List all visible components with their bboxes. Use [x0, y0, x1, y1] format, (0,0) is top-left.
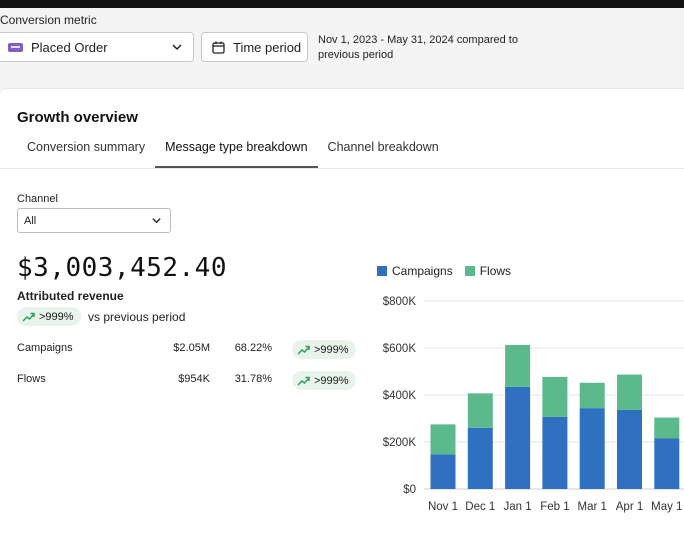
trend-up-icon [297, 376, 310, 385]
conversion-metric-select[interactable]: Placed Order [0, 32, 194, 62]
row-flows-amount: $954K [178, 373, 210, 385]
total-change-text: >999% [39, 310, 74, 323]
row-flows-share: 31.78% [234, 373, 272, 385]
channel-select[interactable]: All [17, 208, 171, 233]
bar-flows-mar-1[interactable] [579, 382, 605, 409]
y-tick-label: $400K [383, 390, 417, 402]
x-tick-label: Dec 1 [465, 501, 495, 513]
legend-label-flows: Flows [479, 264, 512, 278]
date-range-line1: Nov 1, 2023 - May 31, 2024 compared to [318, 34, 518, 46]
legend-label-campaigns: Campaigns [392, 264, 453, 278]
legend-swatch-campaigns [377, 266, 387, 276]
row-campaigns-amount: $2.05M [173, 342, 210, 354]
bar-campaigns-may-1[interactable] [654, 438, 680, 489]
legend-item-flows[interactable]: Flows [464, 264, 512, 278]
row-flows-change-badge: >999% [292, 371, 356, 390]
bar-flows-feb-1[interactable] [542, 376, 568, 417]
tab-bar: Conversion summary Message type breakdow… [17, 139, 449, 169]
y-tick-label: $0 [403, 484, 416, 496]
row-campaigns-name: Campaigns [17, 342, 73, 354]
row-flows-change: >999% [314, 374, 349, 387]
calendar-icon [212, 41, 225, 54]
bar-campaigns-apr-1[interactable] [617, 409, 642, 489]
bar-flows-apr-1[interactable] [617, 374, 642, 410]
bar-campaigns-mar-1[interactable] [579, 408, 605, 489]
time-period-label: Time period [233, 39, 302, 55]
total-change-badge: >999% [17, 307, 81, 326]
legend-item-campaigns[interactable]: Campaigns [377, 264, 453, 278]
date-range-text: Nov 1, 2023 - May 31, 2024 compared to p… [318, 33, 558, 63]
tab-channel-breakdown[interactable]: Channel breakdown [318, 139, 449, 168]
chevron-down-icon [152, 218, 161, 224]
tab-divider [0, 168, 684, 169]
bar-campaigns-jan-1[interactable] [505, 386, 531, 489]
tab-conversion-summary[interactable]: Conversion summary [17, 139, 155, 168]
bar-flows-jan-1[interactable] [505, 344, 531, 387]
bar-campaigns-nov-1[interactable] [430, 454, 456, 489]
x-tick-label: Feb 1 [540, 501, 569, 513]
chart-legend: Campaigns Flows [377, 264, 523, 278]
card-title: Growth overview [17, 109, 138, 126]
tab-message-type-breakdown[interactable]: Message type breakdown [155, 139, 318, 168]
x-tick-label: Apr 1 [616, 501, 644, 513]
row-campaigns-change: >999% [314, 343, 349, 356]
bar-campaigns-feb-1[interactable] [542, 416, 568, 489]
woocommerce-icon [8, 42, 23, 52]
conversion-metric-label: Conversion metric [0, 13, 97, 27]
top-window-strip [0, 0, 684, 8]
y-tick-label: $200K [383, 437, 417, 449]
attributed-revenue-value: $3,003,452.40 [17, 253, 227, 283]
time-period-button[interactable]: Time period [201, 32, 308, 62]
vs-previous-period-text: vs previous period [88, 310, 186, 324]
growth-overview-card: Growth overview Conversion summary Messa… [0, 88, 684, 542]
row-flows-name: Flows [17, 373, 46, 385]
x-tick-label: May 1 [651, 501, 682, 513]
conversion-metric-value: Placed Order [31, 39, 108, 55]
x-tick-label: Jan 1 [504, 501, 532, 513]
y-tick-label: $800K [383, 296, 417, 308]
legend-swatch-flows [464, 266, 475, 276]
x-tick-label: Nov 1 [428, 501, 458, 513]
y-tick-label: $600K [383, 343, 417, 355]
bar-flows-nov-1[interactable] [430, 424, 456, 455]
bar-flows-dec-1[interactable] [467, 393, 493, 428]
row-campaigns-share: 68.22% [234, 342, 272, 354]
x-tick-label: Mar 1 [577, 501, 606, 513]
revenue-bar-chart: $0 $200K $400K $600K $800K Nov 1 Dec 1 Jan 1 Feb… [383, 296, 684, 513]
chevron-down-icon [172, 44, 182, 51]
trend-up-icon [22, 312, 35, 321]
trend-up-icon [297, 345, 310, 354]
row-campaigns-change-badge: >999% [292, 340, 356, 359]
bar-flows-may-1[interactable] [654, 417, 680, 439]
attributed-revenue-label: Attributed revenue [17, 289, 124, 303]
date-range-line2: previous period [318, 49, 394, 61]
bar-campaigns-dec-1[interactable] [467, 427, 493, 489]
channel-value: All [24, 214, 37, 227]
channel-label: Channel [17, 193, 58, 205]
